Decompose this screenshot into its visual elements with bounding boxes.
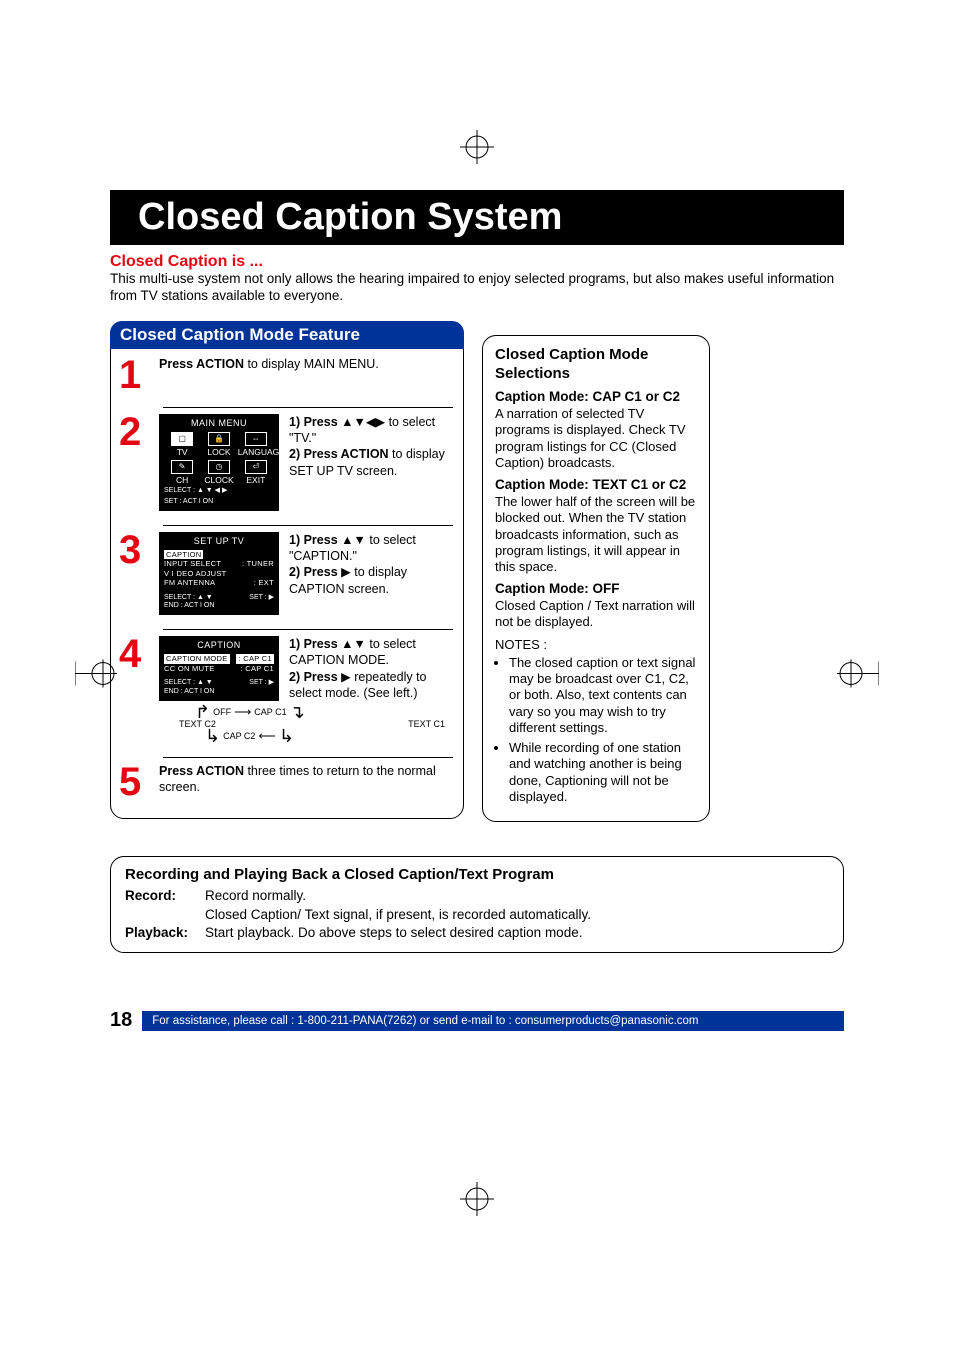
- record-line1: Record normally.: [205, 887, 591, 905]
- step-4-text: 1) Press to select CAPTION MODE. 2) Pres…: [289, 636, 453, 701]
- step-number: 2: [119, 414, 151, 511]
- page-number: 18: [110, 1009, 132, 1032]
- osd-setup-tv: SET UP TV CAPTION INPUT SELECT: TUNER V …: [159, 532, 279, 615]
- note-item: While recording of one station and watch…: [509, 740, 697, 805]
- mode-cap-head: Caption Mode: CAP C1 or C2: [495, 389, 697, 406]
- arrow-updown-icon: [341, 637, 366, 651]
- record-line2: Closed Caption/ Text signal, if present,…: [205, 906, 591, 924]
- registration-mark-bottom: [460, 1182, 494, 1221]
- mode-text-body: The lower half of the screen will be blo…: [495, 494, 697, 575]
- mode-cap-body: A narration of selected TV programs is d…: [495, 406, 697, 471]
- step-number: 5: [119, 764, 151, 800]
- osd-caption: CAPTION CAPTION MODE: CAP C1 CC ON MUTE:…: [159, 636, 279, 701]
- step-1-bold: Press ACTION: [159, 357, 244, 371]
- assistance-bar: For assistance, please call : 1-800-211-…: [142, 1011, 844, 1031]
- step-2: 2 MAIN MENU ▢TV 🔒LOCK ⇔LANGUAGE ✎CH ◷CLO…: [111, 408, 463, 519]
- playback-label: Playback:: [125, 924, 199, 942]
- step-3: 3 SET UP TV CAPTION INPUT SELECT: TUNER …: [111, 526, 463, 623]
- arrow-all-icon: [341, 415, 385, 429]
- step-1-rest: to display MAIN MENU.: [244, 357, 379, 371]
- step-1: 1 Press ACTION to display MAIN MENU.: [111, 355, 463, 401]
- record-playback-heading: Recording and Playing Back a Closed Capt…: [125, 865, 829, 885]
- record-label: Record:: [125, 887, 199, 923]
- mode-off-body: Closed Caption / Text narration will not…: [495, 598, 697, 631]
- step-2-text: 1) Press to select "TV." 2) Press ACTION…: [289, 414, 453, 479]
- mode-off-head: Caption Mode: OFF: [495, 581, 697, 598]
- selections-box: Closed Caption Mode Selections Caption M…: [482, 335, 710, 822]
- arrow-updown-icon: [341, 533, 366, 547]
- step-3-text: 1) Press to select "CAPTION." 2) Press t…: [289, 532, 453, 597]
- arrow-right-icon: [341, 565, 351, 579]
- step-5: 5 Press ACTION three times to return to …: [111, 758, 463, 808]
- intro-heading: Closed Caption is ...: [110, 253, 844, 271]
- page-title: Closed Caption System: [110, 196, 844, 239]
- osd-title: MAIN MENU: [164, 418, 274, 429]
- step-number: 3: [119, 532, 151, 615]
- step-5-text: Press ACTION three times to return to th…: [159, 764, 453, 800]
- step-4: 4 CAPTION CAPTION MODE: CAP C1 CC ON MUT…: [111, 630, 463, 751]
- osd-main-menu: MAIN MENU ▢TV 🔒LOCK ⇔LANGUAGE ✎CH ◷CLOCK…: [159, 414, 279, 511]
- playback-line: Start playback. Do above steps to select…: [205, 924, 582, 942]
- feature-title: Closed Caption Mode Feature: [110, 321, 464, 349]
- osd-set: SET : ACT I ON: [164, 498, 274, 507]
- osd-select: SELECT : ▲ ▼ ◀ ▶: [164, 487, 274, 496]
- step-1-text: Press ACTION to display MAIN MENU.: [159, 357, 453, 393]
- mode-text-head: Caption Mode: TEXT C1 or C2: [495, 477, 697, 494]
- feature-box: Closed Caption Mode Feature 1 Press ACTI…: [110, 321, 464, 819]
- intro-body: This multi-use system not only allows th…: [110, 271, 844, 305]
- note-item: The closed caption or text signal may be…: [509, 655, 697, 736]
- record-playback-box: Recording and Playing Back a Closed Capt…: [110, 856, 844, 953]
- step-number: 4: [119, 636, 151, 743]
- page-footer: 18 For assistance, please call : 1-800-2…: [110, 1009, 844, 1032]
- page-title-bar: Closed Caption System: [110, 190, 844, 245]
- notes-label: NOTES :: [495, 637, 697, 653]
- mode-cycle-diagram: ↱ OFF ⟶ CAP C1 ↴ TEXT C2 TEXT C1 ↳: [159, 701, 453, 743]
- selections-heading: Closed Caption Mode Selections: [495, 346, 697, 384]
- arrow-right-icon: [341, 670, 351, 684]
- notes-list: The closed caption or text signal may be…: [495, 655, 697, 805]
- step-number: 1: [119, 357, 151, 393]
